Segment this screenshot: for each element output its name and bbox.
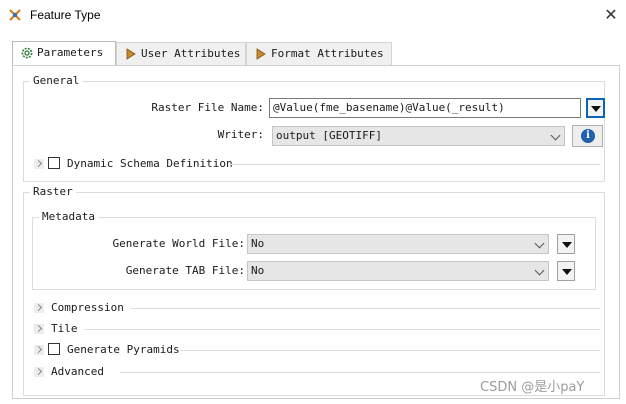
world-file-select-value: No: [251, 237, 265, 250]
separator-line: [180, 350, 600, 351]
arrow-right-icon: [126, 48, 136, 60]
writer-select[interactable]: output [GEOTIFF]: [272, 126, 565, 146]
csdn-watermark: CSDN @是小paY: [480, 380, 585, 395]
writer-label: Writer:: [217, 128, 264, 141]
dynamic-schema-label: Dynamic Schema Definition: [67, 157, 233, 170]
expand-arrow-icon[interactable]: [34, 345, 44, 355]
dropdown-triangle-icon: [562, 269, 572, 275]
general-group: General Raster File Name: @Value(fme_bas…: [23, 74, 605, 182]
dynamic-schema-row[interactable]: Dynamic Schema Definition: [34, 156, 600, 172]
metadata-group: Metadata Generate World File: No Generat…: [32, 210, 596, 290]
world-file-select[interactable]: No: [247, 234, 549, 254]
gear-icon: [21, 47, 33, 59]
expand-arrow-icon[interactable]: [34, 324, 44, 334]
raster-file-name-label: Raster File Name:: [151, 101, 264, 114]
chevron-down-icon: [550, 130, 561, 141]
tab-user-attributes[interactable]: User Attributes: [116, 42, 246, 65]
writer-info-button[interactable]: i: [572, 125, 603, 147]
generate-pyramids-label: Generate Pyramids: [67, 343, 180, 356]
tile-label: Tile: [51, 322, 78, 335]
world-file-label: Generate World File:: [112, 237, 245, 250]
expand-arrow-icon[interactable]: [34, 303, 44, 313]
raster-file-name-input[interactable]: @Value(fme_basename)@Value(_result): [269, 98, 581, 118]
dynamic-schema-checkbox[interactable]: [48, 157, 60, 169]
dropdown-triangle-icon: [562, 242, 572, 248]
tab-parameters[interactable]: Parameters: [12, 41, 116, 66]
expand-arrow-icon[interactable]: [34, 367, 44, 377]
chevron-down-icon: [534, 265, 545, 276]
fme-app-icon: [9, 9, 21, 21]
chevron-down-icon: [534, 238, 545, 249]
generate-pyramids-row[interactable]: Generate Pyramids: [34, 342, 600, 358]
raster-file-name-menu-button[interactable]: [586, 98, 605, 118]
compression-row[interactable]: Compression: [34, 300, 600, 316]
generate-pyramids-checkbox[interactable]: [48, 343, 60, 355]
separator-line: [130, 308, 600, 309]
parameters-panel: General Raster File Name: @Value(fme_bas…: [12, 65, 620, 399]
separator-line: [230, 164, 600, 165]
world-file-menu-button[interactable]: [557, 234, 575, 254]
title-bar: Feature Type ✕: [0, 0, 626, 30]
tab-label: Format Attributes: [271, 47, 384, 60]
info-icon: i: [581, 129, 595, 143]
tab-format-attributes[interactable]: Format Attributes: [246, 42, 392, 65]
compression-label: Compression: [51, 301, 124, 314]
tab-file-select-value: No: [251, 264, 265, 277]
separator-line: [84, 329, 600, 330]
tile-row[interactable]: Tile: [34, 321, 600, 337]
tab-file-menu-button[interactable]: [557, 261, 575, 281]
writer-select-value: output [GEOTIFF]: [276, 129, 382, 142]
window-title: Feature Type: [30, 8, 101, 22]
expand-arrow-icon[interactable]: [34, 159, 44, 169]
general-group-title: General: [30, 74, 83, 88]
close-button[interactable]: ✕: [600, 5, 622, 25]
dropdown-triangle-icon: [591, 106, 601, 112]
arrow-right-icon: [256, 48, 266, 60]
metadata-group-title: Metadata: [39, 210, 98, 224]
tab-label: Parameters: [37, 46, 104, 59]
raster-group: Raster Metadata Generate World File: No …: [23, 185, 605, 396]
close-icon: ✕: [604, 5, 618, 24]
raster-group-title: Raster: [30, 185, 76, 199]
tab-file-label: Generate TAB File:: [125, 264, 245, 277]
separator-line: [120, 372, 600, 373]
tab-label: User Attributes: [141, 47, 241, 60]
tab-file-select[interactable]: No: [247, 261, 549, 281]
advanced-label: Advanced: [51, 365, 104, 378]
